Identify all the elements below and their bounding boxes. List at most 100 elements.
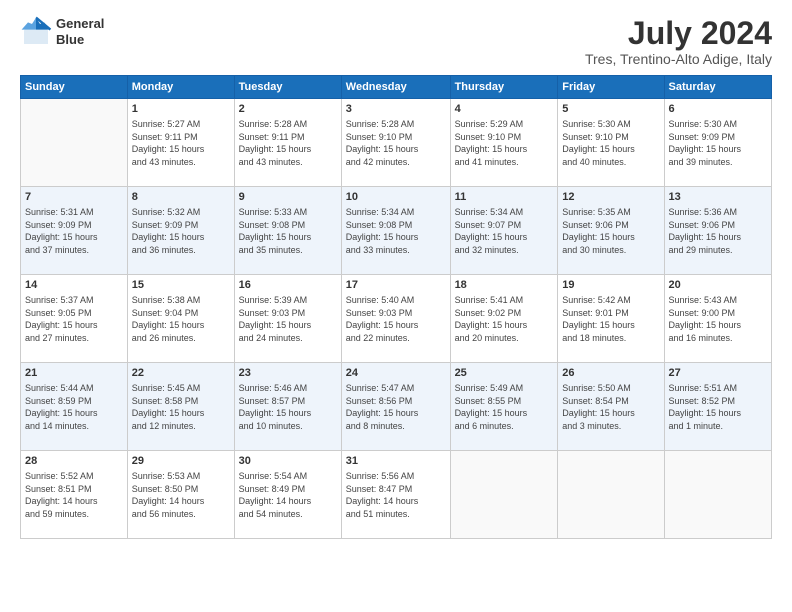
day-number: 31 bbox=[346, 454, 446, 469]
calendar-cell: 27Sunrise: 5:51 AM Sunset: 8:52 PM Dayli… bbox=[664, 363, 771, 451]
calendar-cell: 20Sunrise: 5:43 AM Sunset: 9:00 PM Dayli… bbox=[664, 275, 771, 363]
calendar-cell: 14Sunrise: 5:37 AM Sunset: 9:05 PM Dayli… bbox=[21, 275, 128, 363]
calendar-week: 14Sunrise: 5:37 AM Sunset: 9:05 PM Dayli… bbox=[21, 275, 772, 363]
day-number: 8 bbox=[132, 190, 230, 205]
day-number: 17 bbox=[346, 278, 446, 293]
day-info: Sunrise: 5:40 AM Sunset: 9:03 PM Dayligh… bbox=[346, 294, 446, 344]
day-info: Sunrise: 5:33 AM Sunset: 9:08 PM Dayligh… bbox=[239, 206, 337, 256]
calendar-cell: 16Sunrise: 5:39 AM Sunset: 9:03 PM Dayli… bbox=[234, 275, 341, 363]
calendar-cell: 21Sunrise: 5:44 AM Sunset: 8:59 PM Dayli… bbox=[21, 363, 128, 451]
calendar-cell: 9Sunrise: 5:33 AM Sunset: 9:08 PM Daylig… bbox=[234, 187, 341, 275]
day-info: Sunrise: 5:44 AM Sunset: 8:59 PM Dayligh… bbox=[25, 382, 123, 432]
day-number: 16 bbox=[239, 278, 337, 293]
page: General Blue July 2024 Tres, Trentino-Al… bbox=[0, 0, 792, 612]
day-info: Sunrise: 5:47 AM Sunset: 8:56 PM Dayligh… bbox=[346, 382, 446, 432]
day-of-week-header: Saturday bbox=[664, 76, 771, 99]
day-number: 11 bbox=[455, 190, 554, 205]
subtitle: Tres, Trentino-Alto Adige, Italy bbox=[585, 51, 772, 67]
calendar-cell: 31Sunrise: 5:56 AM Sunset: 8:47 PM Dayli… bbox=[341, 451, 450, 539]
day-number: 28 bbox=[25, 454, 123, 469]
calendar-cell: 11Sunrise: 5:34 AM Sunset: 9:07 PM Dayli… bbox=[450, 187, 558, 275]
calendar-cell: 17Sunrise: 5:40 AM Sunset: 9:03 PM Dayli… bbox=[341, 275, 450, 363]
calendar-cell: 23Sunrise: 5:46 AM Sunset: 8:57 PM Dayli… bbox=[234, 363, 341, 451]
calendar-week: 1Sunrise: 5:27 AM Sunset: 9:11 PM Daylig… bbox=[21, 99, 772, 187]
day-info: Sunrise: 5:29 AM Sunset: 9:10 PM Dayligh… bbox=[455, 118, 554, 168]
calendar-cell: 3Sunrise: 5:28 AM Sunset: 9:10 PM Daylig… bbox=[341, 99, 450, 187]
calendar-cell: 25Sunrise: 5:49 AM Sunset: 8:55 PM Dayli… bbox=[450, 363, 558, 451]
calendar-cell: 15Sunrise: 5:38 AM Sunset: 9:04 PM Dayli… bbox=[127, 275, 234, 363]
day-number: 13 bbox=[669, 190, 767, 205]
day-info: Sunrise: 5:38 AM Sunset: 9:04 PM Dayligh… bbox=[132, 294, 230, 344]
day-number: 26 bbox=[562, 366, 659, 381]
calendar-cell: 22Sunrise: 5:45 AM Sunset: 8:58 PM Dayli… bbox=[127, 363, 234, 451]
day-of-week-header: Friday bbox=[558, 76, 664, 99]
day-number: 29 bbox=[132, 454, 230, 469]
calendar-cell bbox=[21, 99, 128, 187]
day-number: 15 bbox=[132, 278, 230, 293]
calendar-cell: 5Sunrise: 5:30 AM Sunset: 9:10 PM Daylig… bbox=[558, 99, 664, 187]
day-number: 12 bbox=[562, 190, 659, 205]
title-area: July 2024 Tres, Trentino-Alto Adige, Ita… bbox=[585, 16, 772, 67]
day-info: Sunrise: 5:49 AM Sunset: 8:55 PM Dayligh… bbox=[455, 382, 554, 432]
day-number: 7 bbox=[25, 190, 123, 205]
calendar-cell: 7Sunrise: 5:31 AM Sunset: 9:09 PM Daylig… bbox=[21, 187, 128, 275]
day-number: 22 bbox=[132, 366, 230, 381]
day-number: 25 bbox=[455, 366, 554, 381]
logo-text: General Blue bbox=[56, 16, 104, 47]
day-number: 1 bbox=[132, 102, 230, 117]
day-number: 2 bbox=[239, 102, 337, 117]
calendar-cell: 28Sunrise: 5:52 AM Sunset: 8:51 PM Dayli… bbox=[21, 451, 128, 539]
calendar-cell: 4Sunrise: 5:29 AM Sunset: 9:10 PM Daylig… bbox=[450, 99, 558, 187]
day-number: 4 bbox=[455, 102, 554, 117]
day-number: 6 bbox=[669, 102, 767, 117]
day-of-week-header: Sunday bbox=[21, 76, 128, 99]
calendar-cell: 30Sunrise: 5:54 AM Sunset: 8:49 PM Dayli… bbox=[234, 451, 341, 539]
day-info: Sunrise: 5:41 AM Sunset: 9:02 PM Dayligh… bbox=[455, 294, 554, 344]
calendar-cell: 6Sunrise: 5:30 AM Sunset: 9:09 PM Daylig… bbox=[664, 99, 771, 187]
calendar-week: 28Sunrise: 5:52 AM Sunset: 8:51 PM Dayli… bbox=[21, 451, 772, 539]
header-row: SundayMondayTuesdayWednesdayThursdayFrid… bbox=[21, 76, 772, 99]
day-info: Sunrise: 5:50 AM Sunset: 8:54 PM Dayligh… bbox=[562, 382, 659, 432]
calendar-week: 7Sunrise: 5:31 AM Sunset: 9:09 PM Daylig… bbox=[21, 187, 772, 275]
day-number: 10 bbox=[346, 190, 446, 205]
day-number: 24 bbox=[346, 366, 446, 381]
day-info: Sunrise: 5:28 AM Sunset: 9:11 PM Dayligh… bbox=[239, 118, 337, 168]
day-info: Sunrise: 5:31 AM Sunset: 9:09 PM Dayligh… bbox=[25, 206, 123, 256]
day-info: Sunrise: 5:30 AM Sunset: 9:09 PM Dayligh… bbox=[669, 118, 767, 168]
day-of-week-header: Thursday bbox=[450, 76, 558, 99]
day-info: Sunrise: 5:45 AM Sunset: 8:58 PM Dayligh… bbox=[132, 382, 230, 432]
calendar-cell: 8Sunrise: 5:32 AM Sunset: 9:09 PM Daylig… bbox=[127, 187, 234, 275]
day-info: Sunrise: 5:46 AM Sunset: 8:57 PM Dayligh… bbox=[239, 382, 337, 432]
calendar-cell: 10Sunrise: 5:34 AM Sunset: 9:08 PM Dayli… bbox=[341, 187, 450, 275]
day-number: 5 bbox=[562, 102, 659, 117]
day-info: Sunrise: 5:53 AM Sunset: 8:50 PM Dayligh… bbox=[132, 470, 230, 520]
day-info: Sunrise: 5:35 AM Sunset: 9:06 PM Dayligh… bbox=[562, 206, 659, 256]
main-title: July 2024 bbox=[585, 16, 772, 51]
day-number: 27 bbox=[669, 366, 767, 381]
day-number: 3 bbox=[346, 102, 446, 117]
calendar-cell bbox=[558, 451, 664, 539]
day-number: 19 bbox=[562, 278, 659, 293]
day-info: Sunrise: 5:28 AM Sunset: 9:10 PM Dayligh… bbox=[346, 118, 446, 168]
day-info: Sunrise: 5:43 AM Sunset: 9:00 PM Dayligh… bbox=[669, 294, 767, 344]
day-info: Sunrise: 5:37 AM Sunset: 9:05 PM Dayligh… bbox=[25, 294, 123, 344]
calendar-cell: 12Sunrise: 5:35 AM Sunset: 9:06 PM Dayli… bbox=[558, 187, 664, 275]
calendar-cell bbox=[450, 451, 558, 539]
day-of-week-header: Wednesday bbox=[341, 76, 450, 99]
logo: General Blue bbox=[20, 16, 104, 48]
calendar-cell: 19Sunrise: 5:42 AM Sunset: 9:01 PM Dayli… bbox=[558, 275, 664, 363]
day-number: 14 bbox=[25, 278, 123, 293]
calendar: SundayMondayTuesdayWednesdayThursdayFrid… bbox=[20, 75, 772, 539]
calendar-cell bbox=[664, 451, 771, 539]
day-of-week-header: Tuesday bbox=[234, 76, 341, 99]
day-of-week-header: Monday bbox=[127, 76, 234, 99]
day-info: Sunrise: 5:39 AM Sunset: 9:03 PM Dayligh… bbox=[239, 294, 337, 344]
day-info: Sunrise: 5:54 AM Sunset: 8:49 PM Dayligh… bbox=[239, 470, 337, 520]
calendar-header: SundayMondayTuesdayWednesdayThursdayFrid… bbox=[21, 76, 772, 99]
day-info: Sunrise: 5:34 AM Sunset: 9:08 PM Dayligh… bbox=[346, 206, 446, 256]
day-number: 9 bbox=[239, 190, 337, 205]
calendar-body: 1Sunrise: 5:27 AM Sunset: 9:11 PM Daylig… bbox=[21, 99, 772, 539]
day-info: Sunrise: 5:36 AM Sunset: 9:06 PM Dayligh… bbox=[669, 206, 767, 256]
calendar-cell: 24Sunrise: 5:47 AM Sunset: 8:56 PM Dayli… bbox=[341, 363, 450, 451]
calendar-cell: 26Sunrise: 5:50 AM Sunset: 8:54 PM Dayli… bbox=[558, 363, 664, 451]
